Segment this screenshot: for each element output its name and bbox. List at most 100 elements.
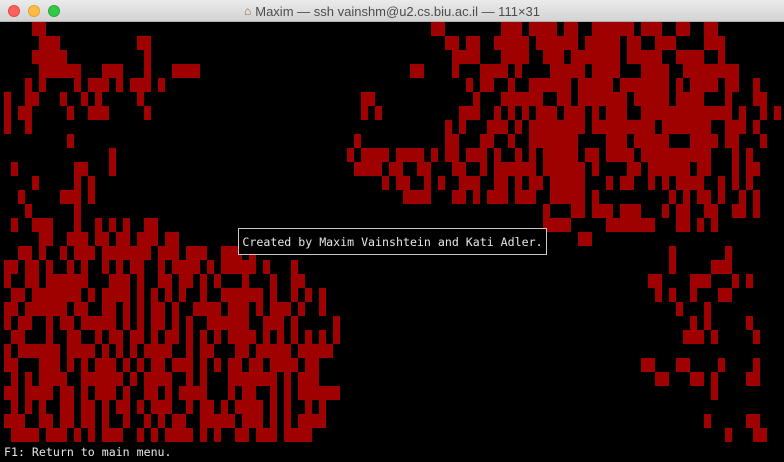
grid-cell bbox=[256, 302, 263, 316]
grid-cell bbox=[32, 260, 39, 274]
grid-cell bbox=[137, 316, 144, 330]
grid-cell bbox=[501, 162, 508, 176]
grid-cell bbox=[95, 316, 102, 330]
grid-cell bbox=[606, 36, 613, 50]
grid-cell bbox=[172, 64, 179, 78]
grid-cell bbox=[452, 50, 459, 64]
grid-cell bbox=[74, 64, 81, 78]
grid-cell bbox=[39, 50, 46, 64]
grid-cell bbox=[4, 106, 11, 120]
grid-cell bbox=[172, 428, 179, 442]
grid-cell bbox=[613, 148, 620, 162]
grid-cell bbox=[459, 176, 466, 190]
grid-cell bbox=[522, 92, 529, 106]
grid-cell bbox=[536, 134, 543, 148]
grid-cell bbox=[116, 372, 123, 386]
grid-cell bbox=[550, 78, 557, 92]
grid-cell bbox=[25, 246, 32, 260]
grid-cell bbox=[529, 148, 536, 162]
grid-cell bbox=[74, 344, 81, 358]
grid-cell bbox=[116, 274, 123, 288]
grid-cell bbox=[641, 120, 648, 134]
grid-cell bbox=[144, 344, 151, 358]
terminal-content[interactable]: Created by Maxim Vainshtein and Kati Adl… bbox=[4, 22, 784, 462]
grid-cell bbox=[550, 106, 557, 120]
grid-cell bbox=[718, 50, 725, 64]
grid-cell bbox=[683, 148, 690, 162]
grid-cell bbox=[508, 92, 515, 106]
grid-cell bbox=[655, 36, 662, 50]
grid-cell bbox=[39, 288, 46, 302]
grid-cell bbox=[39, 36, 46, 50]
grid-cell bbox=[536, 176, 543, 190]
grid-cell bbox=[270, 316, 277, 330]
grid-cell bbox=[88, 176, 95, 190]
grid-cell bbox=[305, 330, 312, 344]
grid-cell bbox=[725, 120, 732, 134]
grid-cell bbox=[452, 148, 459, 162]
grid-cell bbox=[200, 428, 207, 442]
grid-cell bbox=[256, 414, 263, 428]
grid-cell bbox=[487, 190, 494, 204]
grid-cell bbox=[676, 106, 683, 120]
grid-cell bbox=[592, 120, 599, 134]
grid-cell bbox=[46, 316, 53, 330]
grid-cell bbox=[725, 64, 732, 78]
grid-cell bbox=[655, 106, 662, 120]
grid-cell bbox=[319, 414, 326, 428]
grid-cell bbox=[354, 162, 361, 176]
grid-cell bbox=[4, 260, 11, 274]
grid-cell bbox=[669, 148, 676, 162]
grid-cell bbox=[760, 106, 767, 120]
grid-cell bbox=[74, 246, 81, 260]
grid-cell bbox=[67, 288, 74, 302]
grid-cell bbox=[158, 400, 165, 414]
grid-cell bbox=[39, 344, 46, 358]
grid-cell bbox=[277, 316, 284, 330]
grid-cell bbox=[32, 176, 39, 190]
grid-cell bbox=[109, 386, 116, 400]
grid-cell bbox=[228, 302, 235, 316]
grid-cell bbox=[284, 372, 291, 386]
grid-cell bbox=[550, 176, 557, 190]
grid-cell bbox=[578, 190, 585, 204]
grid-cell bbox=[494, 120, 501, 134]
grid-cell bbox=[11, 260, 18, 274]
grid-cell bbox=[144, 386, 151, 400]
grid-cell bbox=[550, 190, 557, 204]
grid-cell bbox=[312, 358, 319, 372]
grid-cell bbox=[305, 414, 312, 428]
grid-cell bbox=[718, 106, 725, 120]
grid-cell bbox=[137, 302, 144, 316]
grid-cell bbox=[627, 78, 634, 92]
grid-cell bbox=[648, 22, 655, 36]
grid-cell bbox=[11, 302, 18, 316]
grid-cell bbox=[620, 134, 627, 148]
grid-cell bbox=[641, 218, 648, 232]
grid-cell bbox=[165, 288, 172, 302]
grid-cell bbox=[151, 386, 158, 400]
grid-cell bbox=[683, 64, 690, 78]
grid-cell bbox=[760, 134, 767, 148]
grid-cell bbox=[557, 162, 564, 176]
grid-cell bbox=[263, 372, 270, 386]
grid-cell bbox=[641, 22, 648, 36]
grid-cell bbox=[11, 358, 18, 372]
grid-cell bbox=[165, 232, 172, 246]
grid-cell bbox=[137, 428, 144, 442]
title-bar[interactable]: ⌂ Maxim — ssh vainshm@u2.cs.biu.ac.il — … bbox=[0, 0, 784, 22]
grid-cell bbox=[704, 64, 711, 78]
grid-cell bbox=[557, 50, 564, 64]
grid-cell bbox=[606, 148, 613, 162]
grid-cell bbox=[585, 78, 592, 92]
grid-cell bbox=[95, 78, 102, 92]
grid-cell bbox=[53, 274, 60, 288]
grid-cell bbox=[725, 260, 732, 274]
grid-cell bbox=[473, 106, 480, 120]
grid-cell bbox=[319, 400, 326, 414]
grid-cell bbox=[151, 288, 158, 302]
grid-cell bbox=[564, 134, 571, 148]
grid-cell bbox=[634, 162, 641, 176]
grid-cell bbox=[571, 22, 578, 36]
grid-cell bbox=[774, 106, 781, 120]
